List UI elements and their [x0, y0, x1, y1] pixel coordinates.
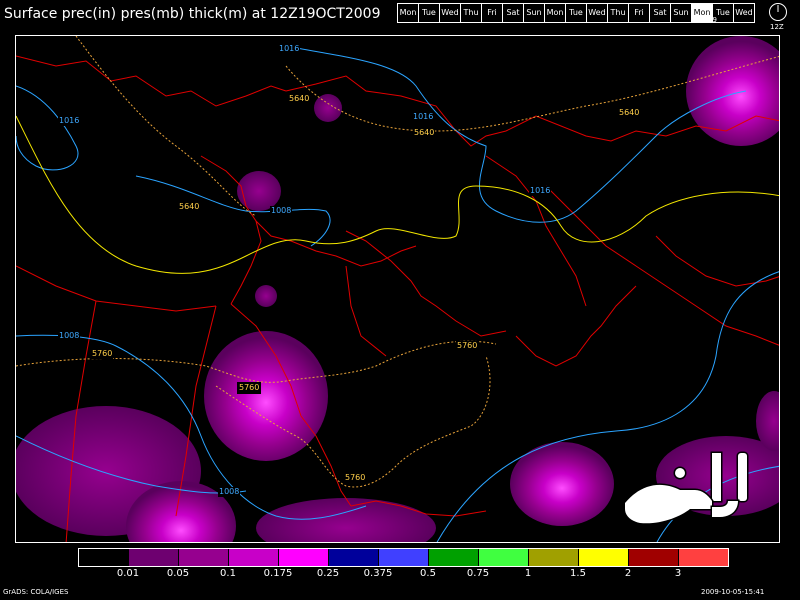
- color-scale-tick: 2: [624, 568, 632, 579]
- isobar-label: 1016: [278, 44, 301, 54]
- thickness-label: 5640: [178, 202, 201, 212]
- isobar-label: 1016: [412, 112, 435, 122]
- color-swatch: [329, 549, 379, 566]
- day-cell: Wed: [439, 3, 461, 23]
- color-swatch: [379, 549, 429, 566]
- day-cell: Tue: [418, 3, 440, 23]
- color-scale-tick: 0.01: [116, 568, 140, 579]
- color-swatch: [129, 549, 179, 566]
- isobar-label: 1016: [58, 116, 81, 126]
- day-cell: Sat: [649, 3, 671, 23]
- day-cell: Wed: [586, 3, 608, 23]
- color-scale-tick: 0.175: [263, 568, 293, 579]
- day-cell: Mon: [397, 3, 419, 23]
- thickness-label: 5760: [91, 349, 114, 359]
- color-swatch: [679, 549, 728, 566]
- color-swatch: [479, 549, 529, 566]
- day-strip: Mon Tue Wed Thu Fri Sat Sun Mon Tue Wed Thu Fri Sat S…: [397, 3, 755, 23]
- color-swatch: [229, 549, 279, 566]
- day-cell: Sat: [502, 3, 524, 23]
- map-title: Surface prec(in) pres(mb) thick(m) at 12…: [4, 6, 381, 22]
- color-scale-tick: 0.375: [363, 568, 393, 579]
- color-swatch: [629, 549, 679, 566]
- arabic-watermark-logo: [623, 451, 749, 525]
- grads-credit: GrADS: COLA/IGES: [3, 588, 69, 596]
- generated-timestamp: 2009-10-05-15:41: [701, 588, 765, 596]
- thickness-label: 5760: [237, 382, 262, 394]
- isobar-label: 1008: [270, 206, 293, 216]
- color-scale-tick: 3: [674, 568, 682, 579]
- day-cell: Fri: [481, 3, 503, 23]
- day-cell: Thu: [460, 3, 482, 23]
- color-scale-tick: 1: [524, 568, 532, 579]
- thickness-label: 5760: [456, 341, 479, 351]
- color-scale-tick: 0.5: [420, 568, 436, 579]
- color-swatch: [529, 549, 579, 566]
- color-swatch: [179, 549, 229, 566]
- day-cell: Thu: [607, 3, 629, 23]
- color-scale-tick: 0.25: [316, 568, 340, 579]
- day-cell: Tue: [565, 3, 587, 23]
- clock-label: 12Z: [770, 23, 784, 31]
- current-day-number: 19: [708, 16, 717, 24]
- day-cell: Wed: [733, 3, 755, 23]
- day-cell: Fri: [628, 3, 650, 23]
- color-swatch: [579, 549, 629, 566]
- color-scale-tick: 0.75: [466, 568, 490, 579]
- thickness-label: 5760: [344, 473, 367, 483]
- day-cell: Sun: [523, 3, 545, 23]
- day-cell: Sun: [670, 3, 692, 23]
- isobar-label: 1008: [218, 487, 241, 497]
- color-scale-tick: 0.1: [220, 568, 236, 579]
- color-swatch: [79, 549, 129, 566]
- color-scale-tick: 0.05: [166, 568, 190, 579]
- color-swatch: [279, 549, 329, 566]
- thickness-label: 5640: [413, 128, 436, 138]
- day-cell: Mon: [544, 3, 566, 23]
- color-swatch: [429, 549, 479, 566]
- thickness-label: 5640: [288, 94, 311, 104]
- color-scale-tick: 1.5: [570, 568, 586, 579]
- isobar-label: 1016: [529, 186, 552, 196]
- precip-color-scale: [78, 548, 729, 567]
- isobar-label: 1008: [58, 331, 81, 341]
- clock-icon: [769, 3, 787, 21]
- thickness-label: 5640: [618, 108, 641, 118]
